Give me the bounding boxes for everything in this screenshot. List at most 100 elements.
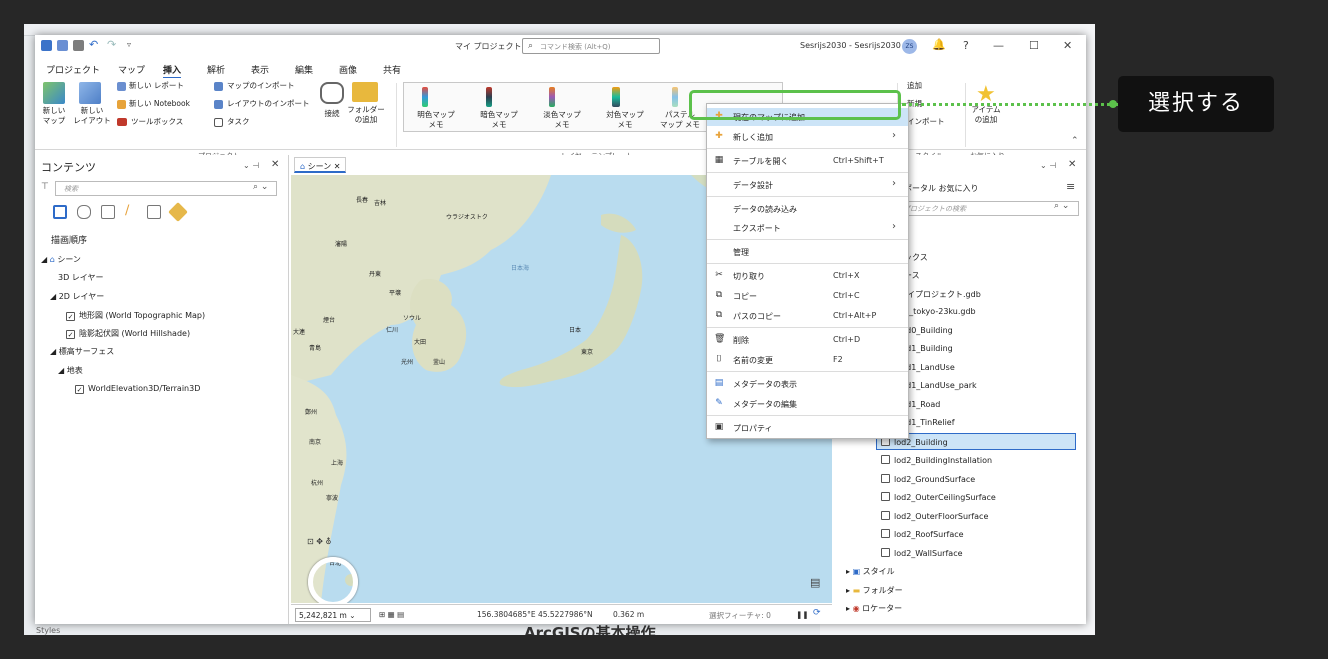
tree-ground[interactable]: ◢ 地表 [58,365,83,376]
toolbox-button[interactable]: ツールボックス [131,117,183,127]
save-icon[interactable] [41,40,52,51]
pane-close-icon[interactable]: ✕ [271,159,279,170]
menu-icon[interactable]: ≡ [1066,180,1075,193]
catalog-item[interactable]: lod2_OuterCeilingSurface [881,492,996,502]
map-status-icon[interactable]: ▤ [810,576,820,589]
drawing-order-icon[interactable] [53,205,67,219]
catalog-item[interactable]: lod2_RoofSurface [881,529,964,539]
catalog-item[interactable]: lod2_BuildingInstallation [881,455,992,465]
pane-close-icon[interactable]: ✕ [1068,159,1076,170]
layer-topo[interactable]: ✓ 地形図 (World Topographic Map) [66,310,205,321]
menu-copy[interactable]: ⧉ コピー Ctrl+C [707,287,908,305]
tab-insert[interactable]: 挿入 [163,63,182,79]
template-pale-memo[interactable]: 淡色マップ メモ [532,110,592,130]
print-icon[interactable] [73,40,84,51]
command-search-input[interactable]: ⌕ コマンド検索 (Alt+Q) [522,38,660,54]
tab-map[interactable]: マップ [118,63,145,76]
tab-share[interactable]: 共有 [383,63,401,76]
style-import-button[interactable]: インポート [907,117,945,127]
catalog-item[interactable]: lod2_GroundSurface [881,474,975,484]
catalog-item[interactable]: マイプロジェクト.gdb [899,289,981,300]
new-map-icon[interactable] [43,82,65,104]
menu-edit-metadata[interactable]: ✎ メタデータの編集 [707,395,908,413]
user-name[interactable]: Sesrijs2030 - Sesrijs2030 [800,41,901,50]
pane-menu-icon[interactable]: ⌄ ⊣ [1040,161,1056,170]
menu-cut[interactable]: ✂ 切り取り Ctrl+X [707,267,908,285]
selected-features-count[interactable]: 選択フィーチャ: 0 [709,610,771,621]
tab-close-icon[interactable]: ✕ [334,162,341,171]
menu-add-new[interactable]: ✚ 新しく追加 › [707,128,908,146]
import-map-button[interactable]: マップのインポート [227,81,295,91]
style-add-button[interactable]: 追加 [907,81,922,91]
navigator-compass[interactable] [308,557,358,603]
layer-hillshade[interactable]: ✓ 陰影起伏図 (World Hillshade) [66,328,190,339]
map-nav-buttons[interactable]: ⊡ ✥ ⛢ [307,537,367,549]
close-icon[interactable]: ✕ [1063,39,1072,52]
menu-data-design[interactable]: データ設計 › [707,176,908,194]
pane-menu-icon[interactable]: ⌄ ⊣ [243,161,259,170]
selection-icon[interactable] [101,205,115,219]
refresh-icon[interactable]: ⟳ [813,608,821,618]
tree-elevation[interactable]: ◢ 標高サーフェス [50,346,114,357]
tab-analysis[interactable]: 解析 [207,63,225,76]
menu-view-metadata[interactable]: ▤ メタデータの表示 [707,375,908,393]
redo-icon[interactable]: ↷ [107,38,116,51]
tab-scene[interactable]: ⌂ シーン ✕ [294,157,347,173]
template-contrast-memo[interactable]: 対色マップ メモ [595,110,655,130]
tree-scene[interactable]: ◢ ⌂ シーン [41,254,81,265]
open-icon[interactable] [57,40,68,51]
avatar[interactable]: ZS [902,39,917,54]
data-source-icon[interactable] [77,205,91,219]
new-map-button[interactable]: 新しい マップ [38,106,70,126]
new-notebook-button[interactable]: 新しい Notebook [129,99,190,109]
new-report-button[interactable]: 新しい レポート [129,81,184,91]
customize-qat-icon[interactable]: ▿ [127,40,131,49]
menu-delete[interactable]: 🗑 削除 Ctrl+D [707,331,908,349]
snapping-icon[interactable] [147,205,161,219]
catalog-item[interactable]: lod2_WallSurface [881,548,963,558]
view-tools-icon[interactable]: ⊞ ▦ ▤ [379,610,404,619]
add-item-button[interactable]: アイテム の追加 [963,105,1009,125]
tab-edit[interactable]: 編集 [295,63,313,76]
catalog-folders[interactable]: ▸ ▬ フォルダー [846,585,903,596]
scale-input[interactable]: 5,242,821 m ⌄ [295,608,371,622]
add-folder-icon[interactable] [352,82,378,102]
new-layout-button[interactable]: 新しい レイアウト [72,106,112,126]
template-dark-memo[interactable]: 暗色マップ メモ [469,110,529,130]
template-light-memo[interactable]: 明色マップ メモ [406,110,466,130]
database-connect-icon[interactable] [320,82,344,104]
tree-2d-layers[interactable]: ◢ 2D レイヤー [50,291,104,302]
menu-export[interactable]: エクスポート › [707,219,908,237]
catalog-tabs[interactable]: ポータル お気に入り [904,183,979,194]
tree-3d-layers[interactable]: 3D レイヤー [58,272,104,283]
menu-copy-path[interactable]: ⧉ パスのコピー Ctrl+Alt+P [707,307,908,325]
layer-terrain[interactable]: ✓ WorldElevation3D/Terrain3D [75,384,200,394]
collapse-ribbon-icon[interactable]: ⌃ [1071,136,1079,146]
menu-open-table[interactable]: ▦ テーブルを開く Ctrl+Shift+T [707,152,908,170]
tab-project[interactable]: プロジェクト [46,63,100,76]
menu-manage[interactable]: 管理 [707,243,908,261]
catalog-styles[interactable]: ▸ ▣ スタイル [846,566,895,577]
task-button[interactable]: タスク [227,117,250,127]
filter-icon[interactable]: ⊤ [41,182,49,192]
labeling-icon[interactable] [168,202,188,222]
checkbox-icon[interactable]: ✓ [66,330,75,339]
new-layout-icon[interactable] [79,82,101,104]
edit-icon[interactable]: ∕ [125,203,129,218]
search-icon[interactable]: ⌕ ⌄ [253,182,268,192]
notification-icon[interactable]: 🔔 [932,38,946,51]
menu-properties[interactable]: ▣ プロパティ [707,419,908,437]
catalog-item[interactable]: 00_tokyo-23ku.gdb [899,307,976,316]
connect-button[interactable]: 接続 [319,109,345,119]
tab-view[interactable]: 表示 [251,63,269,76]
catalog-item[interactable]: lod2_OuterFloorSurface [881,511,988,521]
checkbox-icon[interactable]: ✓ [75,385,84,394]
pause-icon[interactable]: ❚❚ [796,610,809,619]
undo-icon[interactable]: ↶ [89,38,98,51]
maximize-icon[interactable]: ☐ [1029,39,1039,52]
minimize-icon[interactable]: — [993,39,1004,52]
menu-load-data[interactable]: データの読み込み [707,200,908,218]
catalog-locators[interactable]: ▸ ◉ ロケーター [846,603,902,614]
add-folder-button[interactable]: フォルダー の追加 [346,105,386,125]
search-icon[interactable]: ⌕ ⌄ [1054,201,1069,211]
